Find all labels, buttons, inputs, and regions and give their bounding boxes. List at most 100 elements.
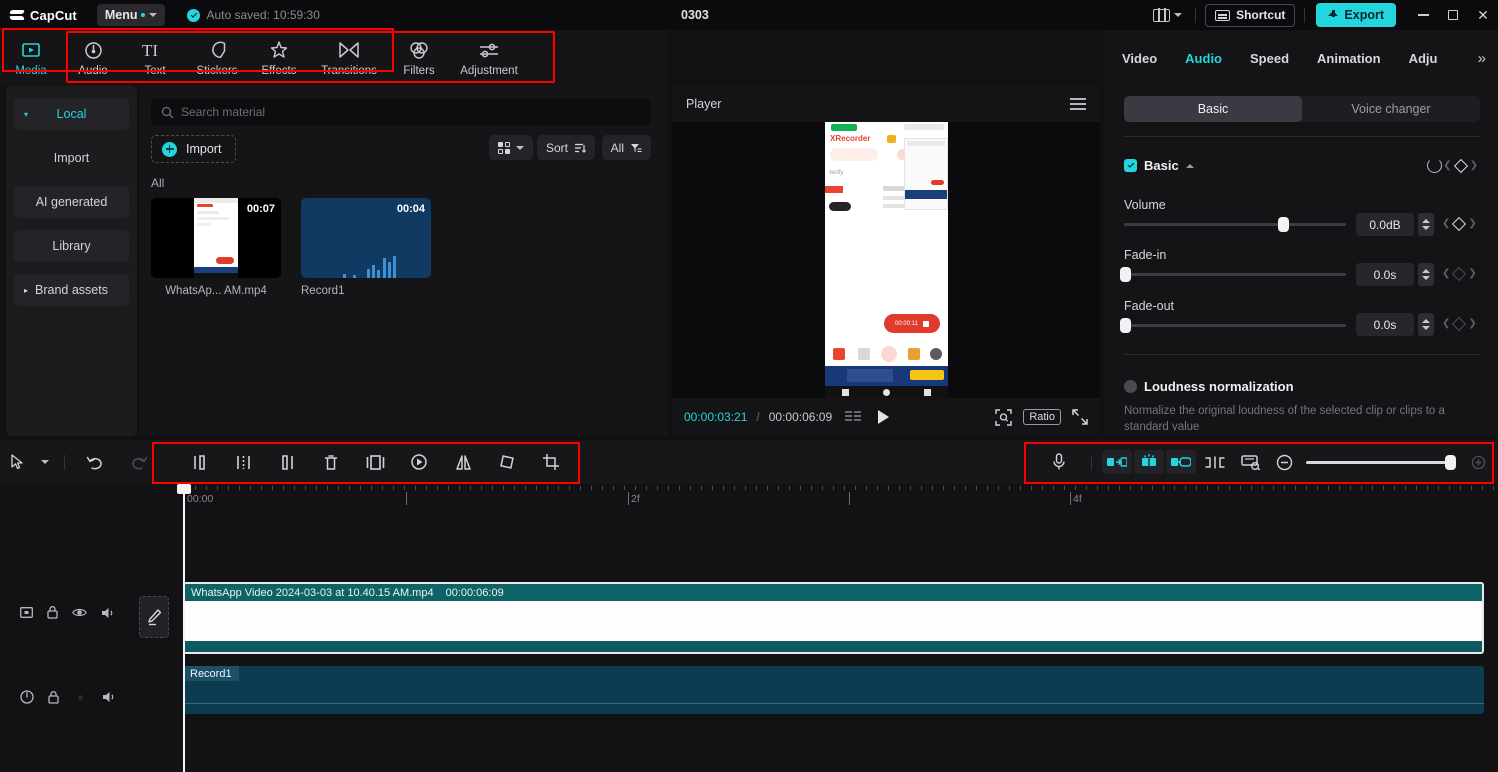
delete-icon[interactable] <box>309 440 353 484</box>
playhead[interactable] <box>183 484 185 772</box>
nav-item-adjustment[interactable]: Adjustment <box>450 40 528 77</box>
ratio-button[interactable]: Ratio <box>1023 409 1061 425</box>
chevron-down-icon[interactable] <box>34 440 56 484</box>
audio-wave-icon[interactable] <box>20 690 34 704</box>
timeline-clip-video[interactable]: WhatsApp Video 2024-03-03 at 10.40.15 AM… <box>183 582 1484 654</box>
media-thumbnail[interactable]: 00:07 <box>151 198 281 278</box>
record-mic-icon[interactable] <box>1037 440 1081 484</box>
nav-item-filters[interactable]: Filters <box>388 40 450 77</box>
undo-icon[interactable] <box>73 440 117 484</box>
auto-caption-icon[interactable] <box>1102 450 1132 474</box>
sidebar-item-library[interactable]: Library <box>14 230 129 262</box>
tab-adjust[interactable]: Adju <box>1409 51 1438 66</box>
sort-button[interactable]: Sort <box>537 135 595 160</box>
split-icon[interactable] <box>177 440 221 484</box>
edit-track-button[interactable] <box>139 596 169 638</box>
segment-voice-changer[interactable]: Voice changer <box>1302 96 1480 122</box>
lock-icon[interactable] <box>48 691 59 704</box>
volume-stepper[interactable] <box>1418 213 1434 236</box>
volume-slider-knob[interactable] <box>1278 217 1289 232</box>
menu-button[interactable]: Menu <box>97 4 166 26</box>
shortcut-button[interactable]: Shortcut <box>1205 4 1295 27</box>
fade-out-stepper[interactable] <box>1418 313 1434 336</box>
sidebar-item-import[interactable]: Import <box>14 142 129 174</box>
frames-icon[interactable] <box>845 411 861 423</box>
tab-animation[interactable]: Animation <box>1317 51 1381 66</box>
segment-basic[interactable]: Basic <box>1124 96 1302 122</box>
chevron-right-double-icon[interactable]: » <box>1478 50 1486 67</box>
freeze-frame-icon[interactable] <box>353 440 397 484</box>
tab-video[interactable]: Video <box>1122 51 1157 66</box>
fade-out-slider[interactable] <box>1124 324 1346 327</box>
select-arrow-icon[interactable] <box>0 440 34 484</box>
timeline-clip-audio[interactable]: Record1 <box>183 666 1484 714</box>
volume-label: Volume <box>1124 198 1166 212</box>
timeline-ruler[interactable]: 00:00 2f 4f <box>0 484 1498 510</box>
maximize-button[interactable] <box>1438 0 1468 30</box>
media-thumbnail[interactable]: 00:04 <box>301 198 431 278</box>
hamburger-icon[interactable] <box>1070 98 1086 110</box>
sidebar-item-local[interactable]: ▾ Local <box>14 98 129 130</box>
keyframe-basic[interactable]: ❮ ❯ <box>1443 160 1478 171</box>
trim-left-icon[interactable] <box>221 440 265 484</box>
reset-icon[interactable] <box>1427 158 1442 173</box>
section-title: Basic <box>1144 158 1179 173</box>
volume-slider[interactable] <box>1124 223 1346 226</box>
sidebar-item-ai-generated[interactable]: AI generated <box>14 186 129 218</box>
nav-item-media[interactable]: Media <box>0 40 62 77</box>
nav-item-text[interactable]: TI Text <box>124 40 186 77</box>
minimize-button[interactable] <box>1408 0 1438 30</box>
filter-button[interactable]: All <box>602 135 651 160</box>
track-thumbnail-icon[interactable] <box>20 607 33 618</box>
smart-edit-icon[interactable] <box>1134 450 1164 474</box>
tab-speed[interactable]: Speed <box>1250 51 1289 66</box>
crop-icon[interactable] <box>529 440 573 484</box>
search-input[interactable]: Search material <box>151 98 651 126</box>
trim-right-icon[interactable] <box>265 440 309 484</box>
snap-to-clip-icon[interactable] <box>1198 440 1232 484</box>
fade-in-slider[interactable] <box>1124 273 1346 276</box>
nav-item-audio[interactable]: Audio <box>62 40 124 77</box>
nav-item-effects[interactable]: Effects <box>248 40 310 77</box>
nav-item-stickers[interactable]: Stickers <box>186 40 248 77</box>
checkbox-basic[interactable] <box>1124 159 1137 172</box>
play-icon[interactable] <box>878 410 889 424</box>
playhead-handle[interactable] <box>177 484 191 494</box>
fade-in-slider-knob[interactable] <box>1120 267 1131 282</box>
cover-icon[interactable] <box>1234 440 1268 484</box>
zoom-slider[interactable] <box>1306 461 1456 464</box>
fade-in-value[interactable]: 0.0s <box>1356 263 1414 286</box>
view-mode-button[interactable] <box>489 135 533 160</box>
nav-item-transitions[interactable]: Transitions <box>310 40 388 77</box>
zoom-slider-knob[interactable] <box>1445 455 1456 470</box>
export-button[interactable]: Export <box>1316 3 1396 27</box>
mute-icon[interactable] <box>101 607 115 619</box>
fade-out-slider-knob[interactable] <box>1120 318 1131 333</box>
close-button[interactable]: ✕ <box>1468 0 1498 30</box>
menu-dot-indicator <box>141 13 145 17</box>
fade-out-value[interactable]: 0.0s <box>1356 313 1414 336</box>
keyframe-volume[interactable]: ❮ ❯ <box>1442 218 1477 229</box>
lock-icon[interactable] <box>47 606 58 619</box>
fade-in-stepper[interactable] <box>1418 263 1434 286</box>
sidebar-item-brand-assets[interactable]: ▸ Brand assets <box>14 274 129 306</box>
keyframe-fade-out[interactable]: ❮ ❯ <box>1442 318 1477 329</box>
checkbox-loudness[interactable] <box>1124 380 1137 393</box>
hide-icon[interactable] <box>72 607 87 618</box>
keyframe-fade-in[interactable]: ❮ ❯ <box>1442 268 1477 279</box>
layout-button[interactable] <box>1153 9 1182 22</box>
volume-value[interactable]: 0.0dB <box>1356 213 1414 236</box>
chevron-up-icon[interactable] <box>1186 164 1194 168</box>
media-item-video[interactable]: 00:07 WhatsAp... AM.mp4 <box>151 198 281 297</box>
reverse-icon[interactable] <box>397 440 441 484</box>
zoom-out-icon[interactable] <box>1270 440 1298 484</box>
rotate-icon[interactable] <box>485 440 529 484</box>
mute-icon[interactable] <box>102 691 116 703</box>
zoom-in-icon[interactable] <box>1464 440 1492 484</box>
import-button[interactable]: Import <box>151 135 236 163</box>
mirror-icon[interactable] <box>441 440 485 484</box>
media-item-audio[interactable]: 00:04 Record1 <box>301 198 431 297</box>
link-clip-icon[interactable] <box>1166 450 1196 474</box>
player-current-time: 00:00:03:21 <box>684 410 747 424</box>
tab-audio[interactable]: Audio <box>1185 51 1222 66</box>
